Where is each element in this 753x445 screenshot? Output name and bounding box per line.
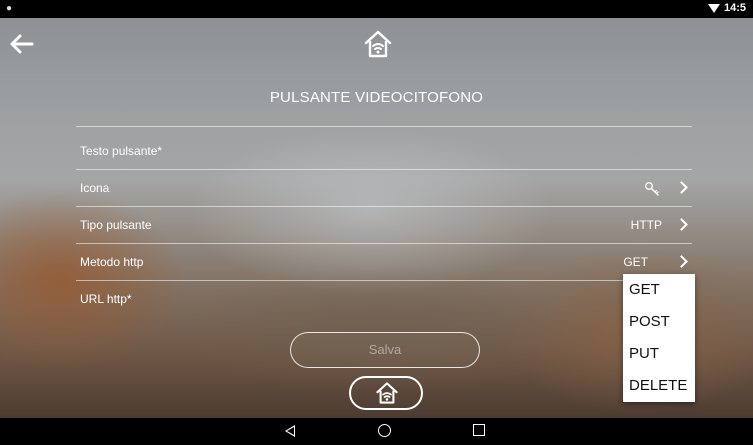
chevron-right-icon: [675, 218, 688, 231]
dropdown-option-put[interactable]: PUT: [623, 338, 695, 370]
arrow-left-icon: [10, 34, 34, 54]
home-wifi-icon: [364, 30, 392, 58]
page-title: PULSANTE VIDEOCITOFONO: [269, 89, 484, 106]
app-logo: [363, 29, 393, 59]
wifi-signal-icon: [708, 4, 720, 13]
row-value: HTTP: [630, 218, 662, 232]
back-button[interactable]: [10, 34, 36, 54]
dropdown-option-post[interactable]: POST: [623, 306, 695, 338]
nav-recent-apps-icon[interactable]: [473, 424, 485, 436]
dropdown-option-get[interactable]: GET: [623, 274, 695, 306]
row-label: URL http*: [80, 292, 132, 306]
home-button[interactable]: [349, 376, 423, 410]
http-method-dropdown: GET POST PUT DELETE: [623, 274, 695, 402]
row-label: Metodo http: [80, 255, 144, 269]
app-screen: ● 14:5 PULSANTE VIDEOCITOFONO Testo puls…: [0, 0, 753, 445]
chevron-right-icon: [675, 181, 688, 194]
divider: [76, 280, 692, 281]
divider: [76, 126, 692, 127]
row-label: Icona: [80, 181, 110, 195]
row-tipo-pulsante[interactable]: Tipo pulsante HTTP: [76, 208, 692, 244]
status-time: 14:5: [724, 2, 747, 14]
nav-back-icon[interactable]: [285, 425, 295, 437]
row-url-http[interactable]: URL http*: [76, 282, 692, 318]
navigation-bar: [0, 418, 753, 445]
chevron-right-icon: [675, 255, 688, 268]
row-testo-pulsante[interactable]: Testo pulsante*: [76, 134, 692, 170]
nav-home-icon[interactable]: [378, 424, 391, 437]
dropdown-option-delete[interactable]: DELETE: [623, 370, 695, 402]
home-wifi-icon: [376, 382, 398, 404]
row-value: GET: [623, 255, 648, 269]
status-bar: ● 14:5: [0, 0, 753, 18]
divider: [76, 169, 692, 170]
divider: [76, 243, 692, 244]
row-label: Tipo pulsante: [80, 218, 152, 232]
key-icon: [644, 181, 660, 197]
save-button[interactable]: Salva: [290, 332, 480, 368]
row-icona[interactable]: Icona: [76, 171, 692, 207]
android-notification-icon: ●: [6, 3, 13, 14]
row-label: Testo pulsante*: [80, 144, 163, 158]
row-metodo-http[interactable]: Metodo http GET: [76, 245, 692, 281]
divider: [76, 206, 692, 207]
